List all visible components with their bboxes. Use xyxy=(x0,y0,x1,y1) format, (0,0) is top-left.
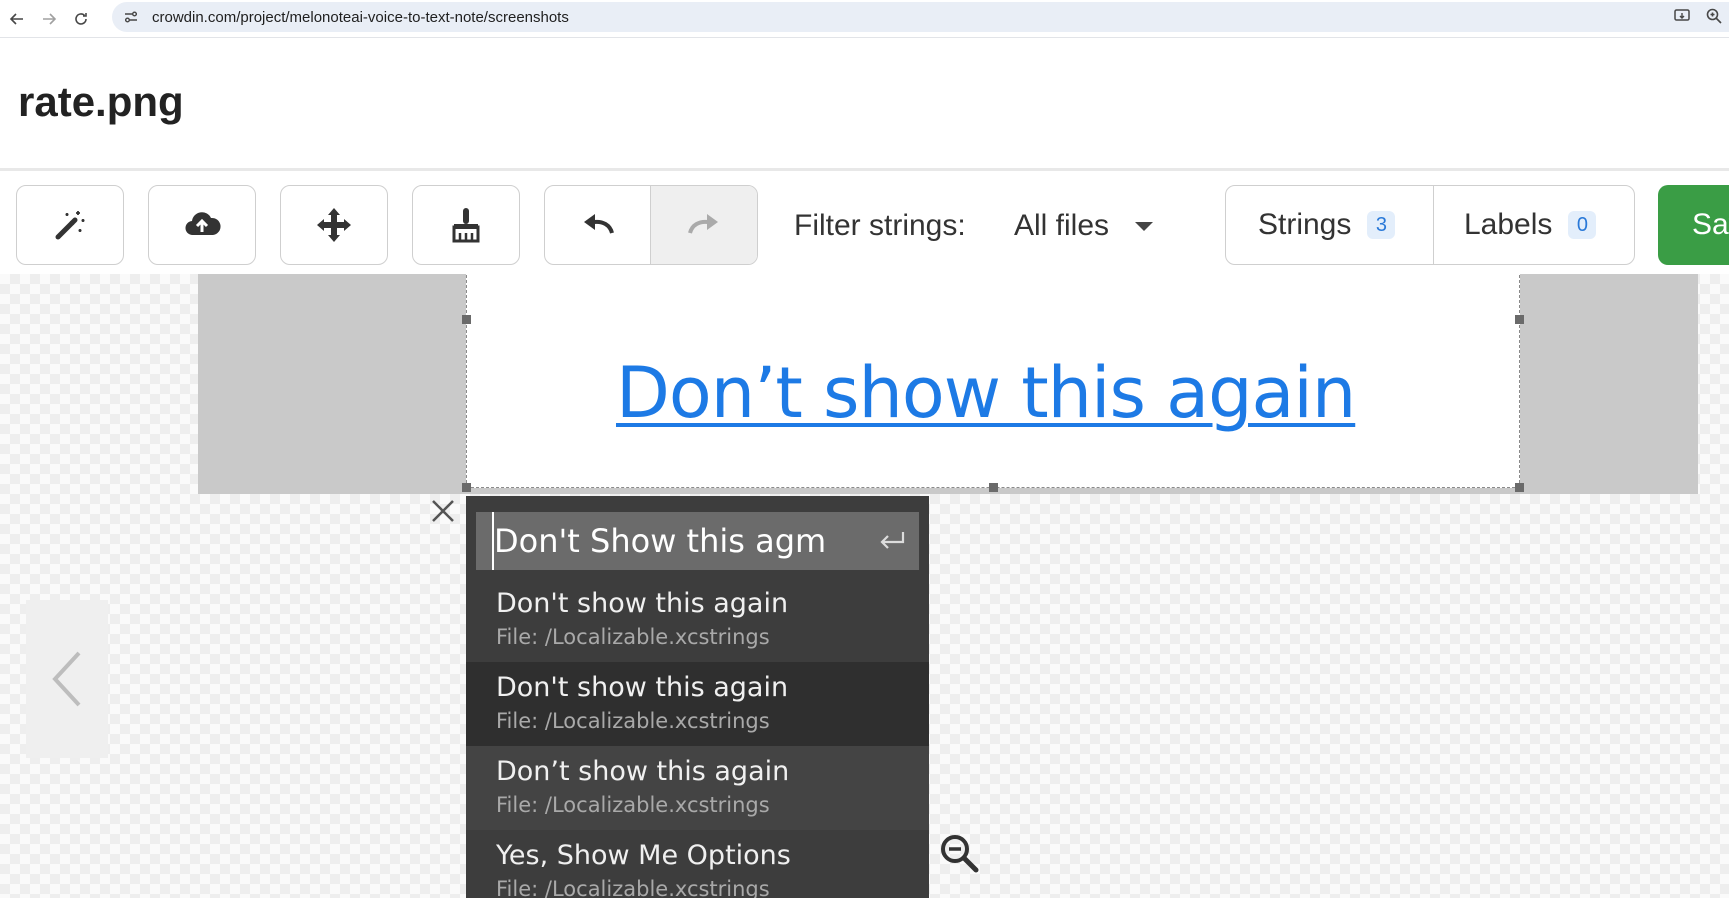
magic-wand-icon xyxy=(55,211,85,240)
close-icon[interactable] xyxy=(428,496,458,526)
address-bar[interactable]: crowdin.com/project/melonoteai-voice-to-… xyxy=(112,2,1729,32)
page-title: rate.png xyxy=(18,78,184,125)
undo-icon xyxy=(583,214,614,234)
suggestion-text: Don’t show this again xyxy=(496,756,790,787)
suggestion-item[interactable]: Don't show this again File: /Localizable… xyxy=(466,578,929,662)
redo-button[interactable] xyxy=(651,186,757,264)
broom-icon xyxy=(452,208,480,243)
filter-label: Filter strings: xyxy=(794,209,966,242)
url-text[interactable]: crowdin.com/project/melonoteai-voice-to-… xyxy=(152,9,569,26)
chevron-left-icon xyxy=(52,651,81,707)
resize-handle[interactable] xyxy=(1515,483,1524,492)
install-icon[interactable] xyxy=(1673,7,1691,25)
filter-value: All files xyxy=(1014,209,1110,242)
move-button[interactable] xyxy=(280,185,388,265)
save-button[interactable]: Sav xyxy=(1658,185,1729,265)
tab-strings[interactable]: Strings 3 xyxy=(1226,186,1434,264)
strings-count-badge: 3 xyxy=(1367,211,1396,239)
clear-tags-button[interactable] xyxy=(412,185,520,265)
move-icon xyxy=(317,208,351,242)
selection-box[interactable] xyxy=(462,274,1524,492)
caret-down-icon xyxy=(1135,221,1154,231)
strings-labels-tabs: Strings 3 Labels 0 xyxy=(1225,185,1635,265)
resize-handle[interactable] xyxy=(462,483,471,492)
auto-tag-button[interactable] xyxy=(16,185,124,265)
editor-toolbar: Filter strings: All files Strings 3 Labe… xyxy=(0,168,1729,274)
tab-labels-label: Labels xyxy=(1464,208,1553,241)
zoom-icon[interactable] xyxy=(1705,7,1723,25)
tab-labels[interactable]: Labels 0 xyxy=(1434,186,1634,264)
suggestion-text: Don't show this again xyxy=(496,588,789,619)
forward-icon[interactable] xyxy=(36,6,62,32)
enter-icon[interactable] xyxy=(877,528,907,554)
suggestion-file: File: /Localizable.xcstrings xyxy=(496,877,770,898)
string-search-input[interactable] xyxy=(492,512,872,570)
string-search-field[interactable] xyxy=(476,512,919,570)
resize-handle[interactable] xyxy=(1515,315,1524,324)
browser-actions xyxy=(1673,7,1723,25)
resize-handle[interactable] xyxy=(989,483,998,492)
suggestion-text: Yes, Show Me Options xyxy=(496,840,791,871)
filter-select[interactable]: All files xyxy=(1014,209,1154,243)
labels-count-badge: 0 xyxy=(1568,211,1597,239)
suggestion-file: File: /Localizable.xcstrings xyxy=(496,793,770,817)
upload-button[interactable] xyxy=(148,185,256,265)
suggestion-text: Don't show this again xyxy=(496,672,789,703)
site-settings-icon[interactable] xyxy=(122,8,140,26)
suggestion-item[interactable]: Don’t show this again File: /Localizable… xyxy=(466,746,929,830)
screenshot-canvas[interactable]: Don’t show this again Don't show this ag… xyxy=(0,274,1729,898)
reload-icon[interactable] xyxy=(68,6,94,32)
browser-bar: crowdin.com/project/melonoteai-voice-to-… xyxy=(0,0,1729,38)
suggestion-item[interactable]: Yes, Show Me Options File: /Localizable.… xyxy=(466,830,929,898)
undo-button[interactable] xyxy=(545,186,651,264)
suggestion-item[interactable]: Don't show this again File: /Localizable… xyxy=(466,662,929,746)
history-group xyxy=(544,185,758,265)
redo-icon xyxy=(688,214,718,234)
suggestion-file: File: /Localizable.xcstrings xyxy=(496,709,770,733)
cloud-upload-icon xyxy=(185,212,221,236)
resize-handle[interactable] xyxy=(462,315,471,324)
previous-screenshot-button[interactable] xyxy=(26,600,108,758)
string-search-panel: Don't show this again File: /Localizable… xyxy=(466,496,929,898)
suggestion-file: File: /Localizable.xcstrings xyxy=(496,625,770,649)
tab-strings-label: Strings xyxy=(1258,208,1352,241)
back-icon[interactable] xyxy=(4,6,30,32)
suggestion-list: Don't show this again File: /Localizable… xyxy=(466,578,929,898)
zoom-out-icon[interactable] xyxy=(938,832,980,874)
